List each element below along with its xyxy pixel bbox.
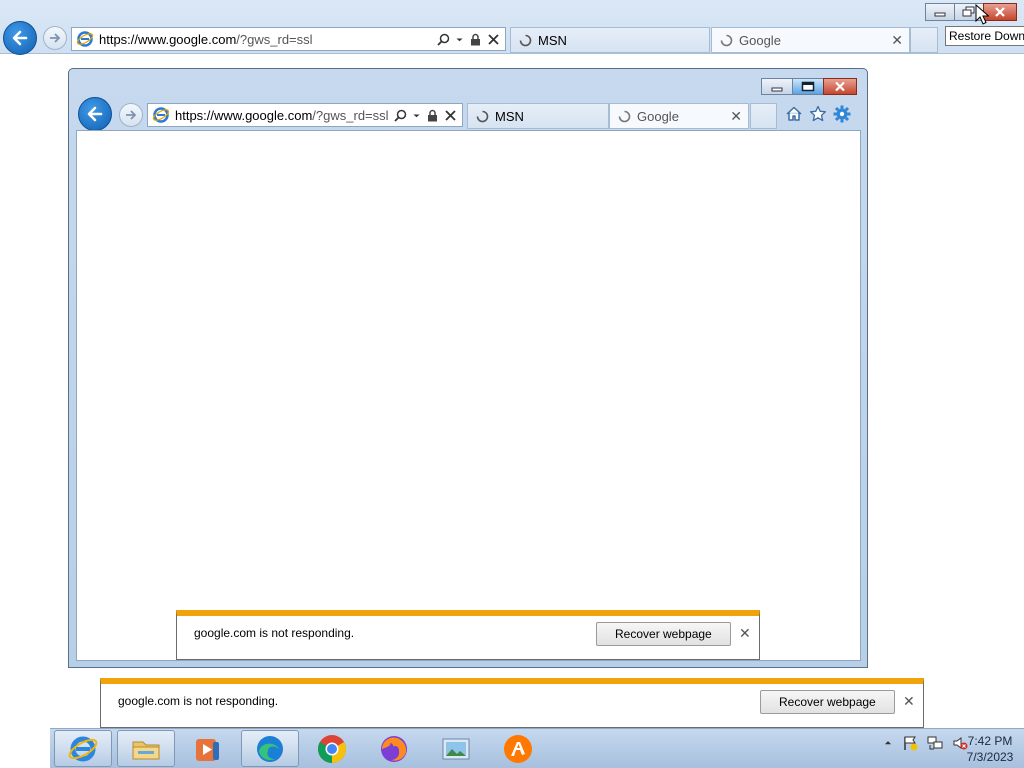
url-path: /?gws_rd=ssl: [236, 31, 313, 47]
close-icon: [835, 81, 845, 92]
outer-browser-toolbar: https://www.google.com/?gws_rd=ssl MSN G…: [0, 0, 1024, 55]
search-icon[interactable]: [394, 109, 407, 122]
taskbar-firefox[interactable]: [365, 730, 423, 767]
taskbar: 7:42 PM 7/3/2023: [50, 728, 1024, 768]
media-player-icon: [196, 738, 219, 761]
close-window-button[interactable]: [823, 78, 857, 95]
notification-message: google.com is not responding.: [194, 626, 355, 640]
address-bar[interactable]: https://www.google.com/?gws_rd=ssl: [147, 103, 463, 127]
taskbar-file-explorer[interactable]: [117, 730, 175, 767]
clock-date: 7/3/2023: [966, 750, 1014, 764]
ie-page-icon: [152, 107, 170, 123]
minimize-icon: [771, 87, 783, 91]
ie-page-icon: [76, 31, 94, 47]
loading-spinner-icon: [720, 34, 733, 46]
tab-label: MSN: [538, 32, 567, 48]
new-tab-button[interactable]: [910, 27, 938, 53]
taskbar-avast[interactable]: [489, 730, 547, 767]
show-hidden-icons-chevron-up-icon[interactable]: [883, 735, 893, 751]
stop-icon[interactable]: [444, 109, 457, 122]
url-host: https://www.google.com: [99, 31, 237, 47]
notification-message: google.com is not responding.: [118, 694, 279, 708]
mouse-cursor-icon: [975, 4, 989, 25]
chevron-down-icon[interactable]: [455, 33, 464, 46]
tab-google[interactable]: Google ✕: [609, 103, 749, 129]
taskbar-media-player[interactable]: [178, 730, 236, 767]
lock-icon[interactable]: [469, 33, 482, 46]
inner-window-controls: [761, 78, 857, 95]
lock-icon[interactable]: [426, 109, 439, 122]
recover-webpage-button[interactable]: Recover webpage: [596, 622, 731, 646]
outer-not-responding-bar: google.com is not responding. Recover we…: [100, 678, 924, 728]
close-notification-icon[interactable]: ✕: [903, 694, 915, 708]
close-tab-icon[interactable]: ✕: [891, 33, 903, 47]
close-tab-icon[interactable]: ✕: [730, 109, 742, 123]
tab-msn[interactable]: MSN: [467, 103, 609, 129]
taskbar-edge[interactable]: [241, 730, 299, 767]
forward-button[interactable]: [43, 26, 67, 50]
loading-spinner-icon: [519, 34, 532, 46]
edge-icon: [257, 735, 283, 762]
address-bar[interactable]: https://www.google.com/?gws_rd=ssl: [71, 27, 506, 51]
close-icon: [995, 7, 1005, 17]
tab-label: Google: [637, 108, 679, 124]
inner-not-responding-bar: google.com is not responding. Recover we…: [176, 610, 760, 660]
avast-icon: [504, 734, 532, 763]
clock-time: 7:42 PM: [967, 734, 1013, 748]
maximize-icon: [801, 81, 815, 92]
url-path: /?gws_rd=ssl: [312, 107, 389, 123]
recover-webpage-button[interactable]: Recover webpage: [760, 690, 895, 714]
stop-icon[interactable]: [487, 33, 500, 46]
inner-page-content: [76, 130, 861, 661]
forward-button[interactable]: [119, 103, 143, 127]
favorites-star-icon[interactable]: [809, 105, 827, 123]
search-icon[interactable]: [437, 33, 450, 46]
gear-icon[interactable]: [833, 105, 851, 123]
arrow-left-icon: [12, 30, 28, 46]
home-icon[interactable]: [785, 105, 803, 123]
close-notification-icon[interactable]: ✕: [739, 626, 751, 640]
inner-browser-window: https://www.google.com/?gws_rd=ssl MSN G…: [68, 68, 868, 668]
tab-google[interactable]: Google ✕: [711, 27, 910, 53]
tab-label: MSN: [495, 108, 524, 124]
minimize-button[interactable]: [761, 78, 793, 95]
minimize-button[interactable]: [925, 3, 955, 21]
arrow-left-icon: [87, 106, 103, 122]
new-tab-button[interactable]: [750, 103, 777, 129]
loading-spinner-icon: [618, 110, 631, 122]
back-button[interactable]: [3, 21, 37, 55]
network-icon[interactable]: [927, 735, 943, 751]
back-button[interactable]: [78, 97, 112, 131]
outer-window-controls: [925, 3, 1017, 21]
restore-icon: [962, 6, 975, 17]
taskbar-chrome[interactable]: [303, 730, 361, 767]
taskbar-internet-explorer[interactable]: [54, 730, 112, 767]
minimize-icon: [934, 12, 946, 17]
loading-spinner-icon: [476, 110, 489, 122]
system-tray: [883, 735, 968, 751]
maximize-button[interactable]: [792, 78, 824, 95]
action-center-flag-icon[interactable]: [902, 735, 918, 751]
chevron-down-icon[interactable]: [412, 109, 421, 122]
folder-icon: [132, 741, 160, 759]
taskbar-clock[interactable]: 7:42 PM 7/3/2023: [962, 733, 1018, 765]
photo-viewer-icon: [442, 738, 470, 759]
taskbar-photo-viewer[interactable]: [427, 730, 485, 767]
command-icons: [785, 105, 851, 123]
tab-msn[interactable]: MSN: [510, 27, 710, 53]
arrow-right-icon: [50, 33, 61, 43]
arrow-right-icon: [126, 110, 137, 120]
tab-label: Google: [739, 32, 781, 48]
tooltip: Restore Down: [945, 26, 1024, 46]
internet-explorer-icon: [68, 736, 98, 761]
url-host: https://www.google.com: [175, 107, 313, 123]
chrome-icon: [318, 734, 346, 763]
firefox-icon: [381, 735, 407, 762]
